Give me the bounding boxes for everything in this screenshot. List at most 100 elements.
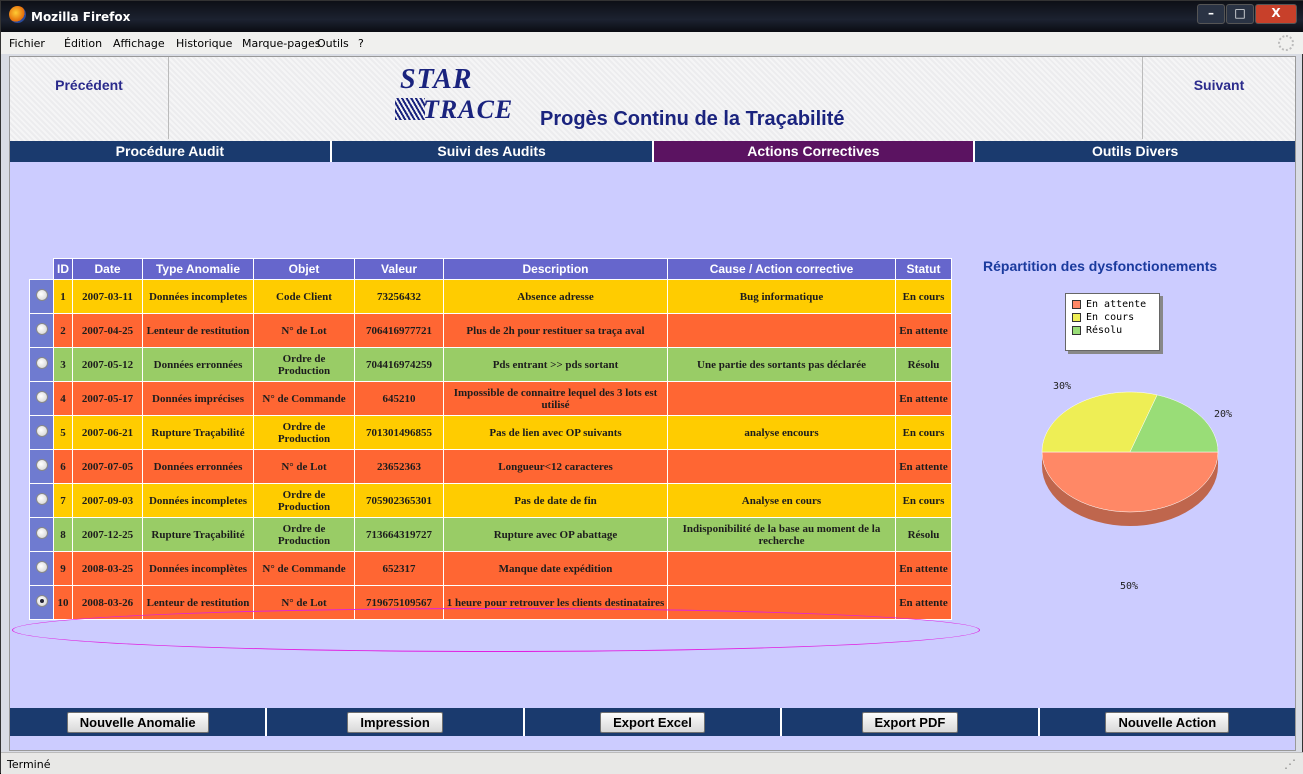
- row-cause: analyse encours: [667, 415, 896, 450]
- row-statut: En cours: [895, 483, 952, 518]
- menu-marque-pages[interactable]: Marque-pages: [242, 37, 320, 50]
- row-valeur: 652317: [354, 551, 444, 586]
- row-valeur: 701301496855: [354, 415, 444, 450]
- table-row[interactable]: 10 2008-03-26 Lenteur de restitution N° de …: [29, 585, 952, 620]
- next-link[interactable]: Suivant: [1142, 57, 1295, 139]
- table-row[interactable]: 9 2008-03-25 Données incomplètes N° de Comm…: [29, 551, 952, 586]
- row-select-cell: [29, 449, 54, 484]
- row-description: Manque date expédition: [443, 551, 668, 586]
- row-date: 2008-03-25: [72, 551, 143, 586]
- row-description: Longueur<12 caracteres: [443, 449, 668, 484]
- row-description: Impossible de connaitre lequel des 3 lot…: [443, 381, 668, 416]
- footer-cell: Nouvelle Anomalie: [10, 708, 268, 736]
- menu-edition[interactable]: Édition: [64, 37, 102, 50]
- table-row[interactable]: 1 2007-03-11 Données incompletes Code Clien…: [29, 279, 952, 314]
- row-radio-button[interactable]: [35, 493, 48, 505]
- row-type: Données erronnées: [142, 347, 254, 382]
- status-text: Terminé: [7, 758, 51, 771]
- browser-window: Mozilla Firefox – □ X Fichier Édition Af…: [0, 0, 1303, 774]
- row-valeur: 713664319727: [354, 517, 444, 552]
- title-bar: Mozilla Firefox – □ X: [1, 1, 1303, 32]
- table-row[interactable]: 6 2007-07-05 Données erronnées N° de Lot 236…: [29, 449, 952, 484]
- chart-title: Répartition des dysfonctionements: [983, 258, 1218, 274]
- row-statut: En attente: [895, 381, 952, 416]
- row-objet: Ordre de Production: [253, 347, 355, 382]
- row-select-cell: [29, 347, 54, 382]
- previous-link[interactable]: Précédent: [10, 57, 169, 139]
- row-select-cell: [29, 313, 54, 348]
- row-id: 10: [53, 585, 73, 620]
- nouvelle-action-button[interactable]: Nouvelle Action: [1105, 712, 1230, 733]
- pie-label-en-cours: 30%: [1053, 381, 1072, 392]
- row-select-cell: [29, 279, 54, 314]
- row-select-cell: [29, 483, 54, 518]
- row-radio-button[interactable]: [35, 391, 48, 403]
- table-row[interactable]: 7 2007-09-03 Données incompletes Ordre de P…: [29, 483, 952, 518]
- minimize-button[interactable]: –: [1197, 4, 1225, 24]
- row-valeur: 645210: [354, 381, 444, 416]
- header-select: [29, 258, 54, 280]
- row-type: Données erronnées: [142, 449, 254, 484]
- header-type: Type Anomalie: [142, 258, 254, 280]
- tab-actions-correctives[interactable]: Actions Correctives: [653, 141, 976, 162]
- row-statut: Résolu: [895, 347, 952, 382]
- table-row[interactable]: 3 2007-05-12 Données erronnées Ordre de Pro…: [29, 347, 952, 382]
- main-nav: Procédure Audit Suivi des Audits Actions…: [10, 141, 1295, 162]
- row-radio-button[interactable]: [35, 289, 48, 301]
- header-objet: Objet: [253, 258, 355, 280]
- export-excel-button[interactable]: Export Excel: [600, 712, 705, 733]
- row-date: 2007-09-03: [72, 483, 143, 518]
- legend-item-resolu: Résolu: [1072, 324, 1153, 337]
- tab-suivi-audits[interactable]: Suivi des Audits: [331, 141, 654, 162]
- legend-swatch: [1072, 300, 1081, 309]
- close-button[interactable]: X: [1255, 4, 1297, 24]
- row-date: 2007-05-12: [72, 347, 143, 382]
- header-date: Date: [72, 258, 143, 280]
- row-statut: En cours: [895, 279, 952, 314]
- menu-affichage[interactable]: Affichage: [113, 37, 165, 50]
- row-valeur: 73256432: [354, 279, 444, 314]
- row-select-cell: [29, 551, 54, 586]
- legend-item-en-attente: En attente: [1072, 298, 1153, 311]
- menu-fichier[interactable]: Fichier: [9, 37, 45, 50]
- row-radio-button[interactable]: [35, 357, 48, 369]
- row-objet: N° de Commande: [253, 381, 355, 416]
- row-type: Données imprécises: [142, 381, 254, 416]
- row-type: Rupture Traçabilité: [142, 415, 254, 450]
- row-statut: Résolu: [895, 517, 952, 552]
- row-radio-button[interactable]: [35, 561, 48, 573]
- row-description: Plus de 2h pour restituer sa traça aval: [443, 313, 668, 348]
- row-radio-button[interactable]: [35, 323, 48, 335]
- tab-outils-divers[interactable]: Outils Divers: [975, 141, 1295, 162]
- row-radio-button[interactable]: [35, 459, 48, 471]
- row-radio-button[interactable]: [35, 425, 48, 437]
- row-valeur: 719675109567: [354, 585, 444, 620]
- row-id: 2: [53, 313, 73, 348]
- window-title: Mozilla Firefox: [31, 10, 131, 24]
- action-bar: Nouvelle Anomalie Impression Export Exce…: [10, 708, 1295, 736]
- logo-star-text: STAR: [400, 64, 473, 95]
- header-id: ID: [53, 258, 73, 280]
- row-valeur: 23652363: [354, 449, 444, 484]
- table-row[interactable]: 2 2007-04-25 Lenteur de restitution N° de L…: [29, 313, 952, 348]
- maximize-button[interactable]: □: [1226, 4, 1254, 24]
- row-id: 1: [53, 279, 73, 314]
- menu-historique[interactable]: Historique: [176, 37, 232, 50]
- menu-outils[interactable]: Outils: [317, 37, 349, 50]
- resize-grip-icon[interactable]: ⋰: [1284, 757, 1296, 771]
- row-description: Rupture avec OP abattage: [443, 517, 668, 552]
- table-row[interactable]: 5 2007-06-21 Rupture Traçabilité Ordre de P…: [29, 415, 952, 450]
- tab-procedure-audit[interactable]: Procédure Audit: [10, 141, 332, 162]
- row-objet: N° de Lot: [253, 585, 355, 620]
- logo-trace-text: TRACE: [423, 95, 514, 124]
- row-radio-button[interactable]: [35, 527, 48, 539]
- row-type: Lenteur de restitution: [142, 585, 254, 620]
- impression-button[interactable]: Impression: [347, 712, 443, 733]
- nouvelle-anomalie-button[interactable]: Nouvelle Anomalie: [66, 712, 209, 733]
- table-row[interactable]: 4 2007-05-17 Données imprécises N° de Comma…: [29, 381, 952, 416]
- row-radio-button[interactable]: [35, 595, 48, 607]
- table-row[interactable]: 8 2007-12-25 Rupture Traçabilité Ordre de P…: [29, 517, 952, 552]
- menu-help[interactable]: ?: [358, 37, 364, 50]
- export-pdf-button[interactable]: Export PDF: [861, 712, 959, 733]
- legend-label: En attente: [1086, 299, 1147, 310]
